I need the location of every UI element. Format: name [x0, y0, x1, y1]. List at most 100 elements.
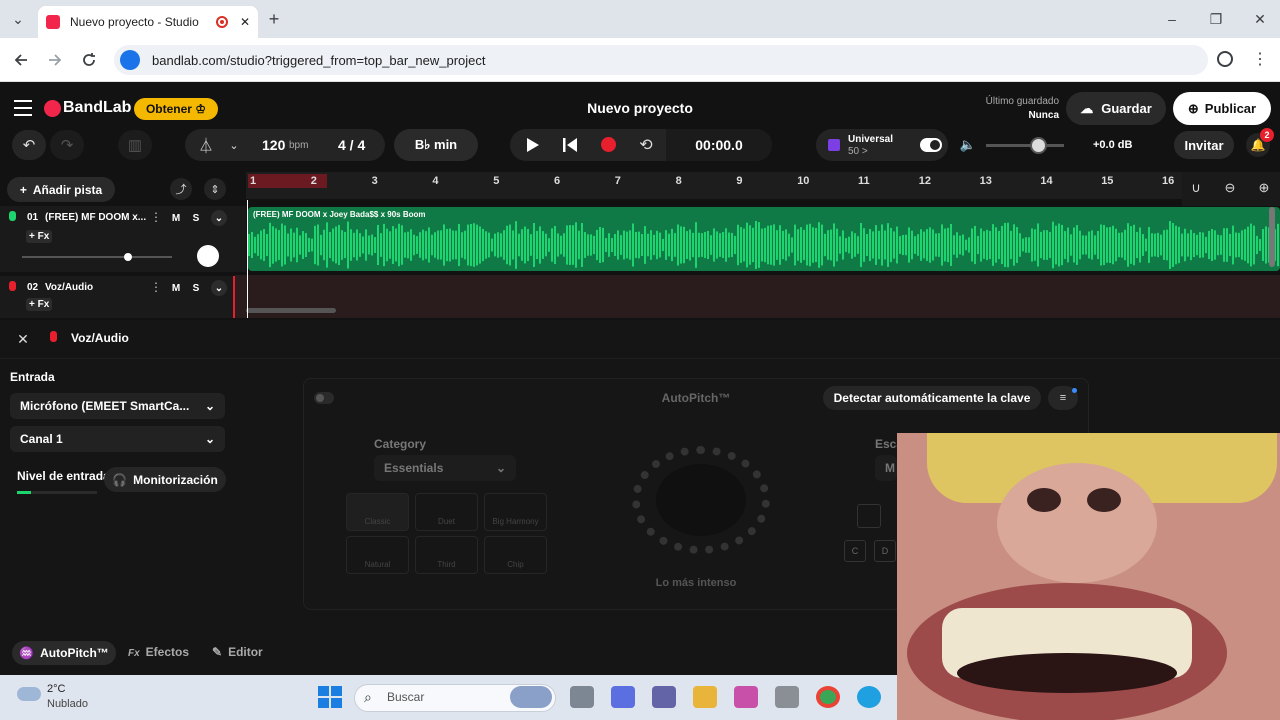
key-button-cdb[interactable]: [857, 504, 881, 528]
publish-button[interactable]: ⊕ Publicar: [1173, 92, 1271, 125]
track-02-lane[interactable]: [235, 275, 1280, 318]
track-volume-slider[interactable]: [22, 256, 172, 258]
track-menu-icon[interactable]: ⋮: [150, 210, 162, 224]
playhead[interactable]: [247, 200, 248, 318]
add-fx-button[interactable]: + Fx: [26, 298, 53, 311]
invite-button[interactable]: Invitar: [1174, 131, 1234, 159]
track-menu-icon[interactable]: ⋮: [150, 280, 162, 294]
timeline-ruler[interactable]: [246, 172, 1280, 199]
save-button[interactable]: ☁ Guardar: [1066, 92, 1166, 125]
undo-icon[interactable]: ↶: [12, 130, 46, 160]
teams-icon[interactable]: [652, 686, 676, 708]
zoom-out-icon[interactable]: ⊖: [1222, 180, 1238, 196]
mute-button[interactable]: M: [168, 210, 184, 226]
channel-value: Canal 1: [20, 432, 63, 446]
redo-icon[interactable]: ↷: [50, 130, 84, 160]
intensity-dial[interactable]: [632, 446, 770, 554]
hamburger-menu-icon[interactable]: [14, 100, 32, 116]
window-close-button[interactable]: ✕: [1250, 10, 1270, 28]
scale-select[interactable]: M: [875, 455, 897, 481]
detect-key-button[interactable]: Detectar automáticamente la clave: [823, 386, 1041, 410]
audio-clip[interactable]: (FREE) MF DOOM x Joey Bada$$ x 90s Boom: [248, 207, 1280, 271]
master-volume-slider[interactable]: [986, 144, 1064, 147]
tab-effects[interactable]: Fx Efectos: [128, 645, 189, 659]
bandlab-logo[interactable]: BandLab: [63, 99, 131, 117]
back-icon[interactable]: [13, 52, 29, 68]
solo-button[interactable]: S: [188, 210, 204, 226]
key-button-d[interactable]: D: [874, 540, 896, 562]
tab-close-icon[interactable]: ✕: [240, 15, 250, 29]
chrome-icon[interactable]: [816, 686, 840, 708]
track-expand-chevron-icon[interactable]: ⌄: [211, 280, 227, 296]
effect-tile-chip[interactable]: Chip: [484, 536, 547, 574]
metronome-dropdown-chevron-icon[interactable]: ⌄: [225, 135, 243, 155]
ruler-bar-label: 1: [250, 175, 257, 187]
loop-icon[interactable]: ⟲: [636, 135, 656, 155]
snap-magnet-icon[interactable]: ∪: [1188, 180, 1204, 196]
site-info-icon[interactable]: [120, 50, 140, 70]
file-explorer-icon[interactable]: [693, 686, 717, 708]
volume-icon[interactable]: 🔈: [958, 135, 978, 155]
forward-icon[interactable]: [47, 52, 63, 68]
instrument-toggle[interactable]: [920, 138, 942, 152]
pan-knob[interactable]: [197, 245, 219, 267]
tab-autopitch[interactable]: ♒ AutoPitch™: [12, 641, 116, 665]
mic-icon: [9, 281, 16, 291]
tab-editor[interactable]: ✎ Editor: [212, 645, 263, 659]
project-title[interactable]: Nuevo proyecto: [540, 100, 740, 116]
time-signature[interactable]: 4 / 4: [338, 137, 365, 153]
solo-button[interactable]: S: [188, 280, 204, 296]
profile-icon[interactable]: [1217, 51, 1233, 67]
master-volume-knob[interactable]: [1030, 137, 1047, 154]
effect-tile-classic[interactable]: Classic: [346, 493, 409, 531]
category-select[interactable]: Essentials ⌄: [374, 455, 516, 481]
close-panel-icon[interactable]: ✕: [14, 330, 32, 348]
maximize-button[interactable]: ❐: [1206, 10, 1226, 28]
fit-tracks-icon[interactable]: ⇕: [204, 178, 226, 200]
edge-icon[interactable]: [857, 686, 881, 708]
effect-tile-third[interactable]: Third: [415, 536, 478, 574]
track-name[interactable]: Voz/Audio: [45, 282, 93, 293]
skip-to-start-icon[interactable]: [562, 137, 578, 153]
copilot-icon[interactable]: [611, 686, 635, 708]
horizontal-scrollbar[interactable]: [246, 308, 336, 313]
piano-keys-icon[interactable]: ▥: [118, 130, 152, 160]
ruler-bar-label: 11: [858, 175, 870, 187]
task-view-icon[interactable]: [570, 686, 594, 708]
effect-tile-duet[interactable]: Duet: [415, 493, 478, 531]
timeline-scrollbar[interactable]: [1269, 207, 1275, 267]
zoom-in-icon[interactable]: ⊕: [1256, 180, 1272, 196]
track-volume-handle[interactable]: [124, 253, 132, 261]
mute-button[interactable]: M: [168, 280, 184, 296]
effect-tile-big-harmony[interactable]: Big Harmony: [484, 493, 547, 531]
weather-temp[interactable]: 2°C: [47, 683, 65, 695]
windows-start-icon[interactable]: [318, 686, 342, 708]
browser-tab[interactable]: Nuevo proyecto - Studio ✕: [38, 6, 258, 38]
monitoring-button[interactable]: 🎧 Monitorización: [104, 467, 226, 492]
weather-condition[interactable]: Nublado: [47, 698, 88, 710]
tempo-value[interactable]: 120: [262, 137, 285, 153]
get-membership-button[interactable]: Obtener ♔: [134, 98, 218, 120]
metronome-icon[interactable]: ⏃: [195, 135, 217, 155]
play-icon[interactable]: [526, 137, 540, 153]
input-device-select[interactable]: Micrófono (EMEET SmartCa... ⌄: [10, 393, 225, 419]
omnibox[interactable]: bandlab.com/studio?triggered_from=top_ba…: [114, 45, 1208, 75]
automation-icon[interactable]: ⤴: [170, 178, 192, 200]
microphone-app-icon[interactable]: [775, 686, 799, 708]
key-selector[interactable]: B♭ min: [394, 129, 478, 161]
track-expand-chevron-icon[interactable]: ⌄: [211, 210, 227, 226]
track-name[interactable]: (FREE) MF DOOM x...: [45, 212, 146, 223]
effect-tile-natural[interactable]: Natural: [346, 536, 409, 574]
browser-menu-icon[interactable]: ⋮: [1252, 50, 1268, 68]
new-tab-button[interactable]: +: [264, 9, 284, 29]
add-fx-button[interactable]: + Fx: [26, 230, 53, 243]
key-button-c[interactable]: C: [844, 540, 866, 562]
channel-select[interactable]: Canal 1 ⌄: [10, 426, 225, 452]
add-track-button[interactable]: + Añadir pista: [7, 177, 115, 202]
m365-icon[interactable]: [734, 686, 758, 708]
reload-icon[interactable]: [81, 52, 97, 68]
tab-search-icon[interactable]: ⌄: [8, 10, 28, 28]
minimize-button[interactable]: –: [1162, 10, 1182, 28]
autopitch-toggle[interactable]: [314, 392, 334, 404]
record-icon[interactable]: [601, 137, 616, 152]
